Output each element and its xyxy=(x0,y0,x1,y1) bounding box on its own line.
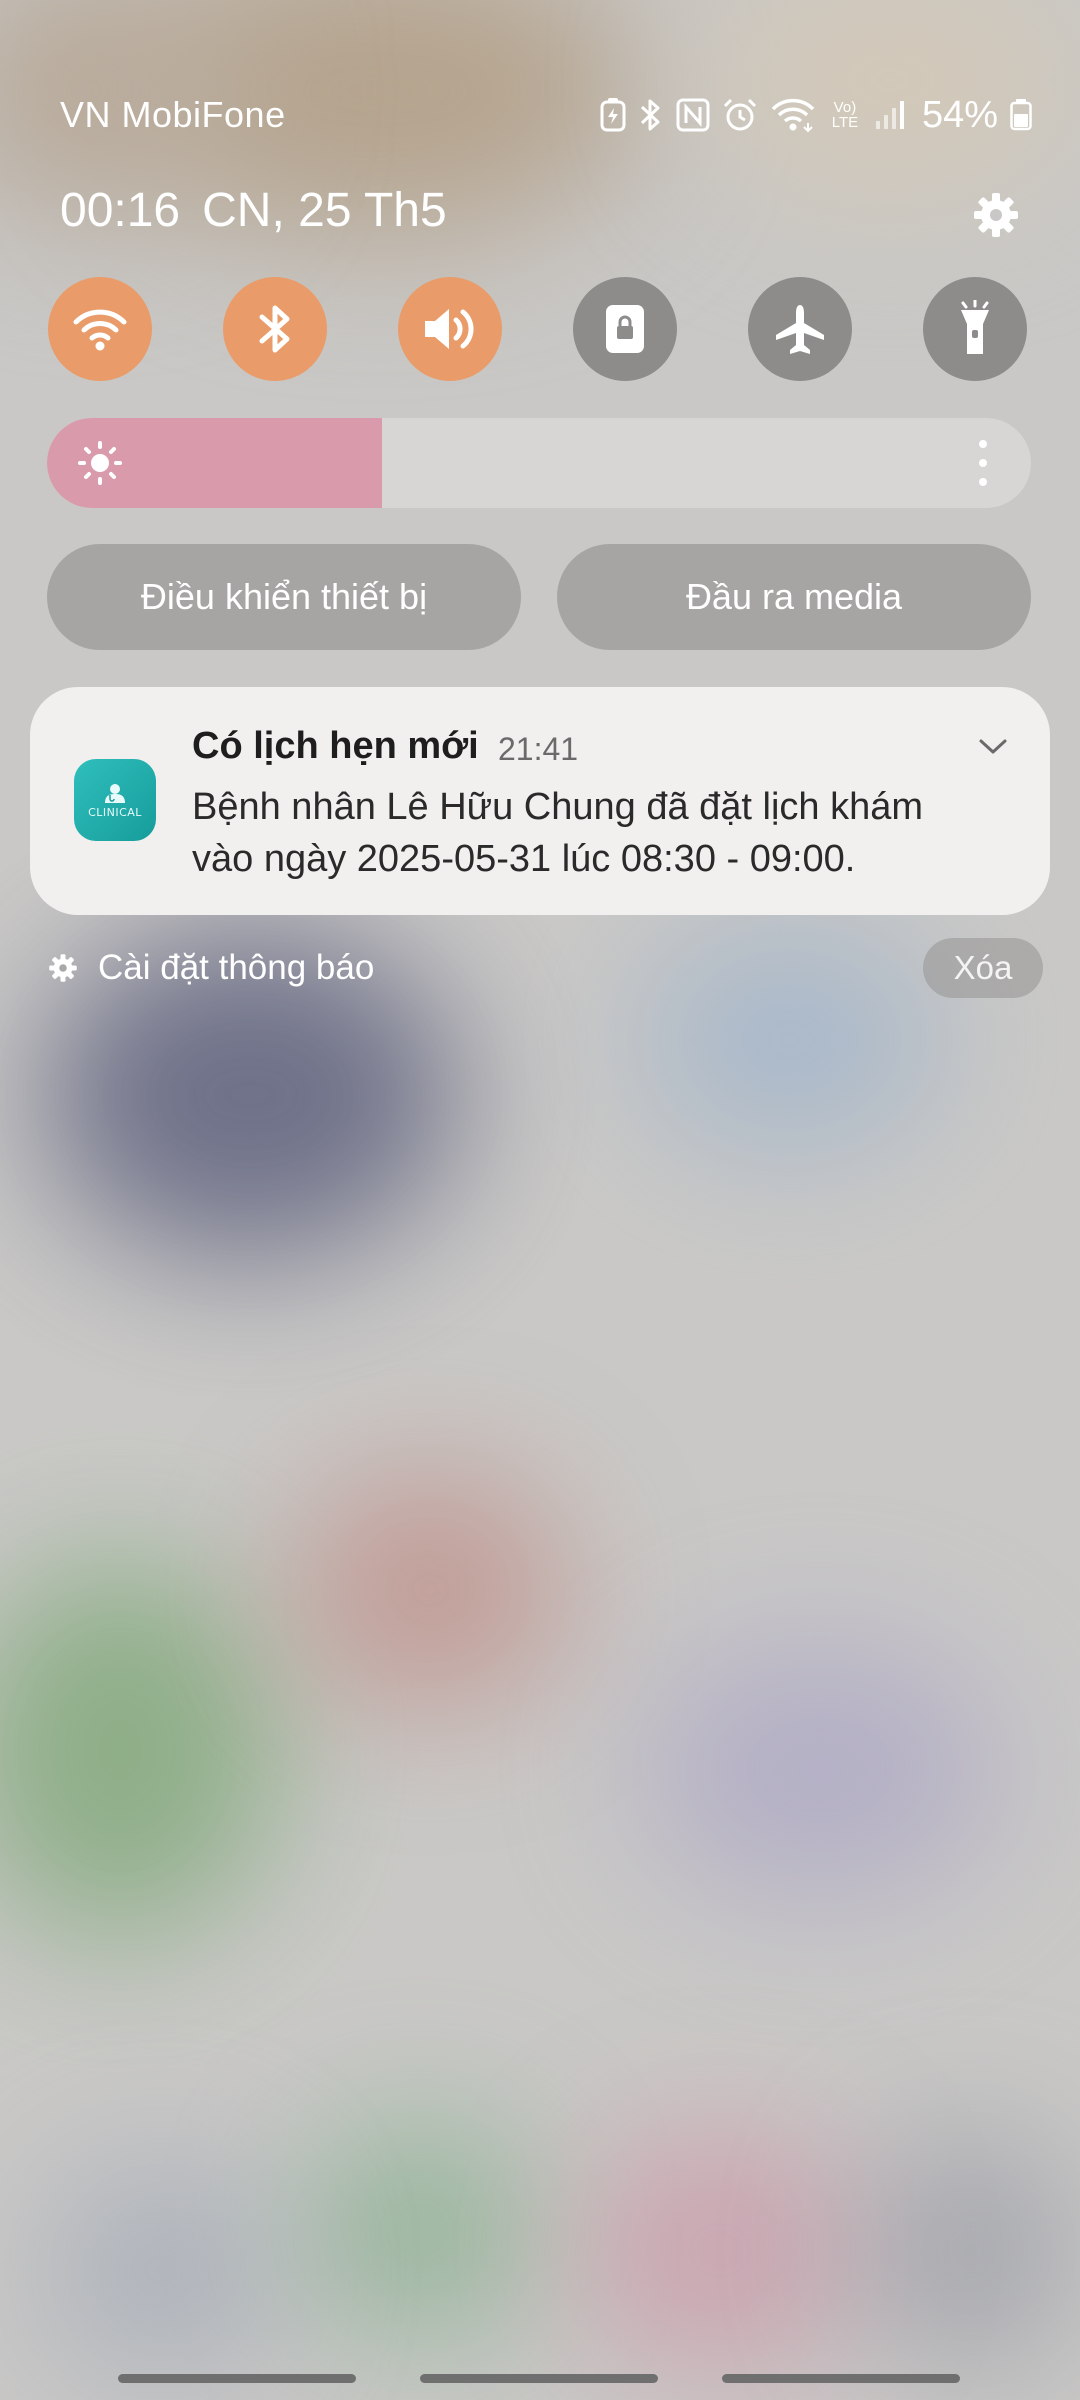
notification-card[interactable]: CLINICAL Có lịch hẹn mới 21:41 Bệnh nhân… xyxy=(30,687,1050,915)
brightness-more-button[interactable] xyxy=(973,440,993,486)
volte-icon: Vo) LTE xyxy=(831,99,859,131)
gear-icon xyxy=(49,954,77,982)
screen-lock-toggle[interactable] xyxy=(573,277,677,381)
flashlight-icon xyxy=(961,300,989,354)
signal-icon xyxy=(874,99,906,131)
nav-hint-center xyxy=(420,2374,658,2383)
more-dot xyxy=(979,459,987,467)
flashlight-toggle[interactable] xyxy=(923,277,1027,381)
doctor-logo-icon xyxy=(105,783,125,803)
battery-percent: 54% xyxy=(921,93,998,136)
clinical-app-icon: CLINICAL xyxy=(74,759,156,841)
airplane-toggle[interactable] xyxy=(748,277,852,381)
status-icons: Vo) LTE 54% xyxy=(600,94,1032,137)
clock-time: 00:16 xyxy=(60,184,181,237)
notification-body-line: vào ngày 2025-05-31 lúc 08:30 - 09:00. xyxy=(192,838,856,880)
wifi-toggle[interactable] xyxy=(48,277,152,381)
brightness-slider[interactable] xyxy=(47,418,1031,508)
device-control-button[interactable]: Điều khiển thiết bị xyxy=(47,544,521,650)
more-dot xyxy=(979,478,987,486)
brightness-icon xyxy=(78,441,122,485)
notification-body: Bệnh nhân Lê Hữu Chung đã đặt lịch khám … xyxy=(192,781,1012,885)
bluetooth-toggle[interactable] xyxy=(223,277,327,381)
date-label: CN, 25 Th5 xyxy=(202,184,447,237)
nav-hint-right xyxy=(722,2374,960,2383)
screen-lock-icon xyxy=(606,305,644,353)
app-icon-label: CLINICAL xyxy=(88,805,142,819)
airplane-icon xyxy=(776,305,824,354)
status-bar: VN MobiFone Vo) LTE 54% xyxy=(60,90,1032,140)
nfc-icon xyxy=(676,98,710,132)
wifi-icon xyxy=(73,309,127,351)
media-output-button[interactable]: Đầu ra media xyxy=(557,544,1031,650)
battery-icon xyxy=(1010,99,1032,131)
gear-icon xyxy=(974,193,1018,237)
bluetooth-icon xyxy=(259,305,290,353)
sound-icon xyxy=(425,309,474,349)
clear-button[interactable]: Xóa xyxy=(923,938,1043,998)
nav-hint-left xyxy=(118,2374,356,2383)
expand-button[interactable] xyxy=(978,737,1008,762)
datetime-header: 00:16 CN, 25 Th5 xyxy=(60,183,447,238)
notification-title: Có lịch hẹn mới xyxy=(192,725,479,767)
wifi-icon xyxy=(770,97,816,133)
quick-settings-toggles xyxy=(48,277,1027,381)
bluetooth-icon xyxy=(638,97,664,133)
notification-settings-link[interactable]: Cài đặt thông báo xyxy=(48,948,374,988)
sound-toggle[interactable] xyxy=(398,277,502,381)
notification-settings-label: Cài đặt thông báo xyxy=(98,948,375,987)
chevron-down-icon xyxy=(979,739,1007,754)
notification-time: 21:41 xyxy=(498,731,579,767)
notification-body-line: Bệnh nhân Lê Hữu Chung đã đặt lịch khám xyxy=(192,786,924,828)
carrier-name: VN MobiFone xyxy=(60,94,286,135)
battery-saver-icon xyxy=(600,98,626,132)
alarm-icon xyxy=(722,97,758,133)
settings-button[interactable] xyxy=(968,187,1024,243)
more-dot xyxy=(979,440,987,448)
